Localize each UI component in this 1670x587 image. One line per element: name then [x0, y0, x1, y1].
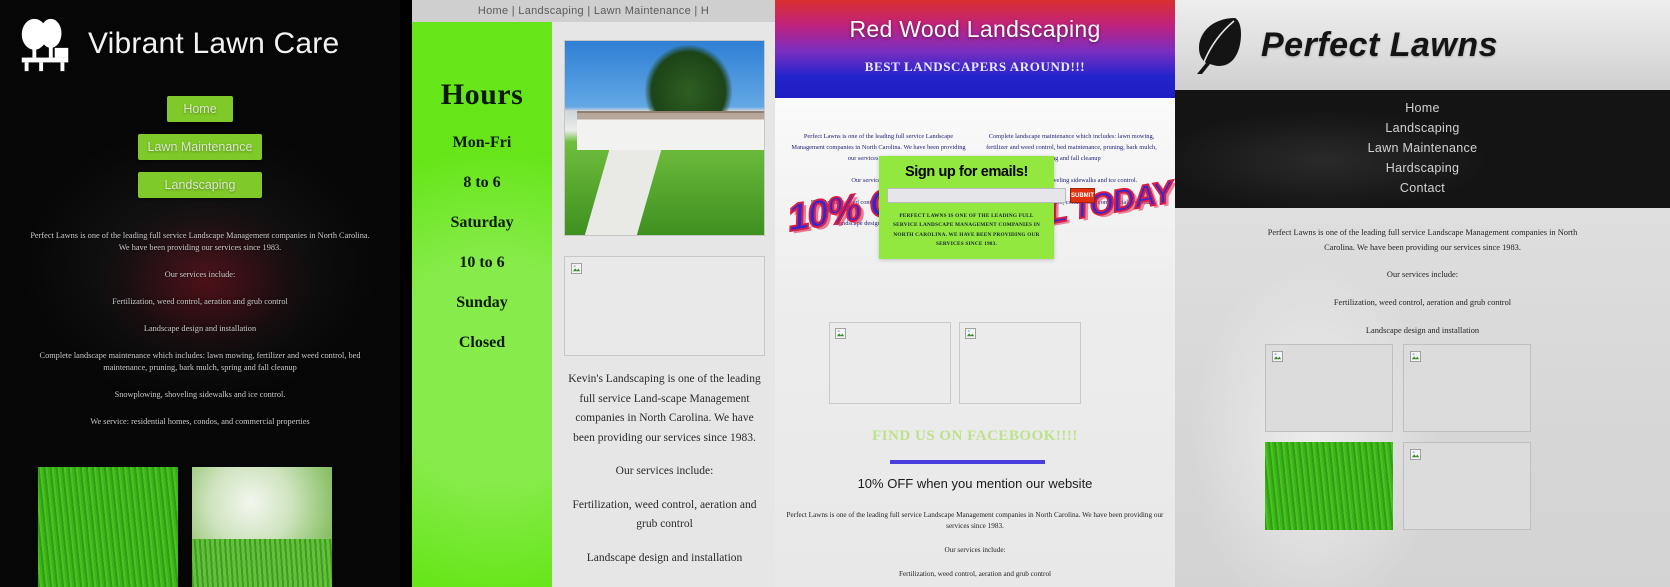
panel2-body-line: Our services include:	[615, 465, 714, 478]
leaf-icon	[1197, 18, 1241, 74]
panel3-divider-rule	[890, 460, 1045, 464]
panel-red-wood-landscaping: Red Wood Landscaping BEST LANDSCAPERS AR…	[775, 0, 1175, 587]
panel1-nav-home[interactable]: Home	[167, 96, 233, 122]
panel3-image-placeholder	[959, 322, 1081, 404]
panel1-brand-title: Vibrant Lawn Care	[88, 27, 340, 60]
panel2-hours-heading: Hours	[440, 78, 524, 111]
panel3-facebook-link[interactable]: FIND US ON FACEBOOK!!!!	[775, 428, 1175, 445]
panel2-topnav[interactable]: Home | Landscaping | Lawn Maintenance | …	[412, 0, 775, 22]
panel4-nav-lawn-maintenance[interactable]: Lawn Maintenance	[1175, 138, 1670, 158]
panel3-bottom-line: Perfect Lawns is one of the leading full…	[786, 511, 1164, 531]
panel4-nav-hardscaping[interactable]: Hardscaping	[1175, 158, 1670, 178]
panel1-grass-photo-2	[192, 467, 332, 587]
panel2-main-column: Kevin's Landscaping is one of the leadin…	[552, 22, 775, 587]
panel2-hero-photo	[564, 40, 765, 236]
panel4-image-placeholder	[1265, 344, 1393, 432]
panel1-image-row	[38, 467, 332, 587]
panel4-image-placeholder	[1403, 344, 1531, 432]
panel4-image-grid	[1265, 344, 1595, 530]
panel3-banner-title: Red Wood Landscaping	[849, 16, 1101, 42]
panel1-body-line: We service: residential homes, condos, a…	[90, 417, 310, 427]
panel1-nav-lawn-maintenance[interactable]: Lawn Maintenance	[138, 134, 262, 160]
broken-image-icon	[835, 328, 846, 339]
broken-image-icon	[965, 328, 976, 339]
two-trees-bench-icon	[21, 18, 69, 72]
panel4-image-placeholder	[1403, 442, 1531, 530]
panel2-body-line: Landscape design and installation	[586, 551, 743, 564]
panel4-header: Perfect Lawns	[1175, 0, 1670, 90]
panel2-hours-line: Closed	[458, 334, 506, 351]
panel2-hours-line: Mon-Fri	[452, 134, 512, 151]
panel4-nav-contact[interactable]: Contact	[1175, 178, 1670, 198]
panel2-hours-line: 8 to 6	[463, 174, 501, 191]
panel3-email-signup-box: Sign up for emails! SUBMIT PERFECT LAWNS…	[879, 156, 1095, 260]
panel3-bottom-line: Fertilization, weed control, aeration an…	[898, 570, 1052, 579]
panel1-header: Vibrant Lawn Care	[0, 0, 400, 78]
panel1-nav-landscaping[interactable]: Landscaping	[138, 172, 262, 198]
panel2-hours-line: Sunday	[456, 294, 508, 311]
panel3-email-input[interactable]	[887, 188, 1066, 203]
panel2-columns: Hours Mon-Fri 8 to 6 Saturday 10 to 6 Su…	[412, 22, 775, 587]
panel1-body-line: Snowplowing, shoveling sidewalks and ice…	[114, 390, 286, 400]
panel2-hours-line: 10 to 6	[459, 254, 505, 271]
panel-vibrant-lawn-care: Vibrant Lawn Care Home Lawn Maintenance …	[0, 0, 400, 587]
website-thumbnail-strip: Vibrant Lawn Care Home Lawn Maintenance …	[0, 0, 1670, 587]
panel2-page: Home | Landscaping | Lawn Maintenance | …	[412, 0, 775, 587]
broken-image-icon	[1272, 351, 1283, 362]
panel1-body-line: Fertilization, weed control, aeration an…	[112, 297, 288, 307]
panel3-banner-subtitle: BEST LANDSCAPERS AROUND!!!	[864, 59, 1086, 74]
panel4-grass-photo	[1265, 442, 1393, 530]
panel4-body-copy: Perfect Lawns is one of the leading full…	[1175, 208, 1670, 339]
panel3-bottom-line: Our services include:	[944, 546, 1006, 555]
panel1-grass-photo-1	[38, 467, 178, 587]
panel1-body-line: Complete landscape maintenance which inc…	[39, 351, 361, 373]
panel4-brand-title: Perfect Lawns	[1261, 25, 1499, 64]
panel4-nav-home[interactable]: Home	[1175, 98, 1670, 118]
panel3-promo-text: 10% OFF when you mention our website	[857, 476, 1093, 491]
panel3-placeholder-row	[829, 322, 1081, 404]
panel2-hours-line: Saturday	[450, 214, 514, 231]
house-shape	[576, 110, 764, 150]
panel-hours-site: Home | Landscaping | Lawn Maintenance | …	[400, 0, 775, 587]
panel4-nav-landscaping[interactable]: Landscaping	[1175, 118, 1670, 138]
panel4-body-line: Fertilization, weed control, aeration an…	[1333, 298, 1512, 308]
panel2-hours-sidebar: Hours Mon-Fri 8 to 6 Saturday 10 to 6 Su…	[412, 22, 552, 587]
panel1-body-line: Landscape design and installation	[143, 324, 257, 334]
panel3-signup-copy: PERFECT LAWNS IS ONE OF THE LEADING FULL…	[892, 213, 1041, 247]
panel3-banner: Red Wood Landscaping BEST LANDSCAPERS AR…	[775, 0, 1175, 98]
panel2-image-placeholder	[564, 256, 765, 356]
panel2-body-line: Kevin's Landscaping is one of the leadin…	[568, 373, 761, 444]
broken-image-icon	[1410, 449, 1421, 460]
panel1-nav: Home Lawn Maintenance Landscaping	[0, 96, 400, 198]
panel3-image-placeholder	[829, 322, 951, 404]
panel4-body: Perfect Lawns is one of the leading full…	[1175, 208, 1670, 587]
panel1-body-copy: Perfect Lawns is one of the leading full…	[0, 230, 400, 428]
panel3-body: Perfect Lawns is one of the leading full…	[775, 98, 1175, 587]
broken-image-icon	[1410, 351, 1421, 362]
panel1-body-line: Our services include:	[164, 270, 236, 280]
panel1-body-line: Perfect Lawns is one of the leading full…	[30, 231, 370, 253]
walkway-shape	[584, 149, 661, 235]
panel3-signup-title: Sign up for emails!	[905, 164, 1028, 180]
panel3-submit-button[interactable]: SUBMIT	[1070, 188, 1095, 203]
panel4-body-line: Our services include:	[1386, 270, 1459, 280]
panel2-body-line: Fertilization, weed control, aeration an…	[572, 498, 757, 531]
panel4-body-line: Perfect Lawns is one of the leading full…	[1267, 228, 1578, 252]
panel4-body-line: Landscape design and installation	[1365, 325, 1480, 335]
panel2-body-copy: Kevin's Landscaping is one of the leadin…	[564, 370, 765, 568]
panel4-nav: Home Landscaping Lawn Maintenance Hardsc…	[1175, 90, 1670, 208]
panel3-bottom-copy: Perfect Lawns is one of the leading full…	[783, 510, 1167, 587]
broken-image-icon	[571, 263, 582, 274]
panel-perfect-lawns: Perfect Lawns Home Landscaping Lawn Main…	[1175, 0, 1670, 587]
panel3-signup-row: SUBMIT	[887, 188, 1095, 203]
